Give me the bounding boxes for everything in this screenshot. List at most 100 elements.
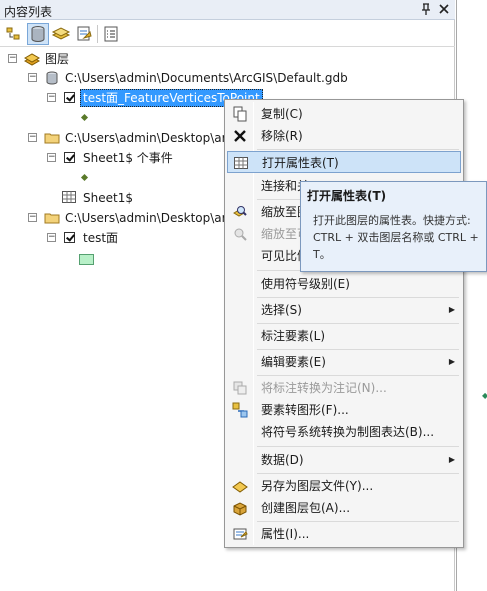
folder-icon — [44, 210, 60, 231]
pin-icon[interactable] — [420, 2, 432, 16]
list-by-source-button[interactable] — [27, 23, 49, 45]
menu-item-create-layer-package[interactable]: 创建图层包(A)... — [227, 497, 461, 519]
menu-item-label: 属性(I)... — [261, 527, 310, 541]
menu-item-remove[interactable]: 移除(R) — [227, 125, 461, 147]
menu-item-edit-features[interactable]: 编辑要素(E) ▶ — [227, 351, 461, 373]
list-by-drawing-order-icon — [6, 27, 20, 40]
root-label: 图层 — [45, 52, 70, 66]
data-source-row[interactable]: − C:\Users\admin\Desktop\ar — [28, 129, 228, 147]
submenu-arrow-icon: ▶ — [448, 305, 455, 314]
collapse-icon[interactable]: − — [8, 54, 17, 63]
menu-item-label: 另存为图层文件(Y)... — [261, 479, 374, 493]
list-by-drawing-order-button[interactable] — [4, 23, 26, 45]
menu-item-label: 数据(D) — [261, 453, 304, 467]
features-to-graphics-icon — [232, 402, 248, 418]
menu-separator — [257, 323, 459, 324]
tooltip-line: CTRL + 双击图层名称或 CTRL + — [313, 231, 479, 244]
collapse-icon[interactable]: − — [47, 93, 56, 102]
list-by-selection-button[interactable] — [73, 23, 95, 45]
polygon-symbol — [79, 254, 94, 265]
toolbar-separator — [97, 25, 98, 43]
menu-item-label: 编辑要素(E) — [261, 355, 326, 369]
layer-name[interactable]: test面 — [83, 229, 118, 247]
layer-name[interactable]: Sheet1$ 个事件 — [83, 149, 173, 167]
tooltip-body: 打开此图层的属性表。快捷方式: CTRL + 双击图层名称或 CTRL + T。 — [313, 212, 485, 263]
layer-visibility-checkbox[interactable] — [64, 232, 75, 243]
layer-visibility-checkbox[interactable] — [64, 152, 75, 163]
collapse-icon[interactable]: − — [47, 233, 56, 242]
list-by-visibility-button[interactable] — [50, 23, 72, 45]
layer-row[interactable]: − Sheet1$ 个事件 — [47, 149, 227, 167]
menu-item-data[interactable]: 数据(D) ▶ — [227, 449, 461, 471]
menu-item-selection[interactable]: 选择(S) ▶ — [227, 299, 461, 321]
menu-item-save-as-layer-file[interactable]: 另存为图层文件(Y)... — [227, 475, 461, 497]
close-icon[interactable] — [438, 2, 450, 16]
data-source-path: C:\Users\admin\Desktop\ar — [65, 211, 227, 225]
point-symbol — [80, 113, 89, 122]
remove-icon — [232, 128, 248, 144]
submenu-arrow-icon: ▶ — [448, 455, 455, 464]
data-source-row[interactable]: − C:\Users\admin\Documents\ArcGIS\Defaul… — [28, 69, 448, 87]
layer-row[interactable]: − test面 — [47, 229, 207, 247]
data-source-path: C:\Users\admin\Desktop\ar — [65, 131, 227, 145]
menu-item-label: 移除(R) — [261, 129, 303, 143]
list-by-visibility-icon — [51, 27, 71, 40]
data-source-row[interactable]: − C:\Users\admin\Desktop\ar — [28, 209, 228, 227]
collapse-icon[interactable]: − — [28, 213, 37, 222]
menu-item-label: 要素转图形(F)... — [261, 403, 349, 417]
map-marker-icon: ◆ — [482, 391, 487, 400]
menu-item-label: 选择(S) — [261, 303, 302, 317]
panel-titlebar: 内容列表 — [0, 0, 455, 20]
menu-separator — [257, 349, 459, 350]
menu-item-convert-labels[interactable]: 将标注转换为注记(N)... — [227, 377, 461, 399]
list-by-source-icon — [31, 26, 45, 42]
convert-labels-icon — [232, 380, 248, 396]
properties-icon — [232, 526, 248, 542]
menu-item-convert-symbology[interactable]: 将符号系统转换为制图表达(B)... — [227, 421, 461, 443]
table-icon — [62, 191, 77, 209]
menu-separator — [257, 521, 459, 522]
menu-separator — [257, 297, 459, 298]
menu-item-label: 复制(C) — [261, 107, 303, 121]
menu-separator — [257, 149, 459, 150]
folder-icon — [44, 130, 60, 151]
tree-root-row[interactable]: − 图层 — [8, 50, 208, 68]
copy-icon — [232, 106, 248, 122]
table-icon — [233, 155, 249, 171]
menu-separator — [257, 446, 459, 447]
layer-package-icon — [232, 500, 248, 516]
layer-context-menu: 复制(C) 移除(R) 打开属性表(T) 连接和关 缩放至图 缩放至可 可见比例… — [224, 99, 464, 548]
menu-item-features-to-graphics[interactable]: 要素转图形(F)... — [227, 399, 461, 421]
tooltip-line: T。 — [313, 248, 331, 261]
submenu-arrow-icon: ▶ — [448, 357, 455, 366]
layer-file-icon — [232, 478, 248, 494]
menu-item-properties[interactable]: 属性(I)... — [227, 523, 461, 545]
tooltip-line: 打开此图层的属性表。快捷方式: — [313, 214, 471, 227]
menu-item-label: 创建图层包(A)... — [261, 501, 351, 515]
menu-separator — [257, 473, 459, 474]
menu-item-label: 使用符号级别(E) — [261, 277, 350, 291]
collapse-icon[interactable]: − — [28, 73, 37, 82]
list-by-selection-icon — [77, 26, 92, 41]
tooltip-title: 打开属性表(T) — [307, 189, 387, 203]
menu-separator — [257, 375, 459, 376]
menu-tooltip: 打开属性表(T) 打开此图层的属性表。快捷方式: CTRL + 双击图层名称或 … — [300, 181, 487, 272]
options-button[interactable] — [100, 23, 122, 45]
panel-title: 内容列表 — [4, 5, 53, 19]
collapse-icon[interactable]: − — [47, 153, 56, 162]
table-row[interactable]: Sheet1$ — [62, 189, 222, 207]
geodatabase-icon — [44, 70, 60, 91]
menu-item-label: 将标注转换为注记(N)... — [261, 381, 387, 395]
zoom-to-layer-icon — [232, 204, 248, 220]
options-icon — [104, 26, 118, 42]
menu-item-open-attribute-table[interactable]: 打开属性表(T) — [227, 151, 461, 173]
data-source-path: C:\Users\admin\Documents\ArcGIS\Default.… — [65, 71, 348, 85]
menu-item-label-features[interactable]: 标注要素(L) — [227, 325, 461, 347]
point-symbol — [80, 173, 89, 182]
layer-visibility-checkbox[interactable] — [64, 92, 75, 103]
menu-item-use-symbol-levels[interactable]: 使用符号级别(E) — [227, 273, 461, 295]
collapse-icon[interactable]: − — [28, 133, 37, 142]
menu-item-copy[interactable]: 复制(C) — [227, 103, 461, 125]
table-name: Sheet1$ — [83, 191, 133, 205]
menu-item-label: 标注要素(L) — [261, 329, 326, 343]
